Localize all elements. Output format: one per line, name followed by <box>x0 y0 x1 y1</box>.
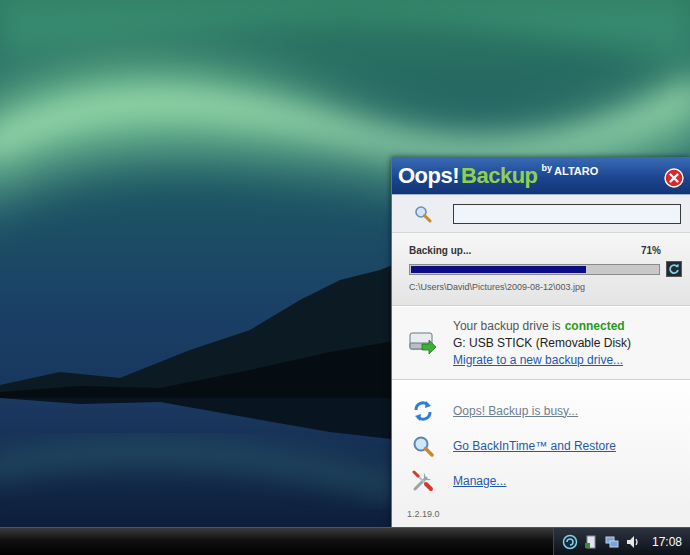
logo-backup: Backup <box>461 163 537 189</box>
drive-icon <box>408 330 438 356</box>
drive-section: Your backup drive is connected G: USB STI… <box>392 306 690 380</box>
action-row[interactable]: Go BackInTime™ and Restore <box>392 428 690 463</box>
backup-window: Oops! Backup by ALTARO <box>391 157 690 527</box>
migrate-link[interactable]: Migrate to a new backup drive... <box>453 352 631 369</box>
progress-row <box>409 261 682 277</box>
magnifier-icon <box>412 435 434 457</box>
backup-tray-icon[interactable] <box>562 534 578 550</box>
action-row[interactable]: Manage... <box>392 463 690 498</box>
version: 1.2.19.0 <box>407 508 440 522</box>
drive-name: G: USB STICK (Removable Disk) <box>453 335 631 352</box>
tools-icon <box>412 470 434 492</box>
actions-section: Oops! Backup is busy... Go BackInTime™ an… <box>392 380 690 503</box>
progress-track <box>409 264 660 275</box>
magnifier-icon <box>414 205 432 223</box>
drive-status-prefix: Your backup drive is <box>453 319 561 333</box>
logo-vendor: ALTARO <box>554 163 598 179</box>
action-icon-box <box>392 435 453 457</box>
progress-file: C:\Users\David\Pictures\2009-08-12\003.j… <box>409 281 682 293</box>
version-row: 1.2.19.0 <box>392 503 690 527</box>
progress-header: Backing up... 71% <box>409 245 661 257</box>
action-row: Oops! Backup is busy... <box>392 393 690 428</box>
action-link: Oops! Backup is busy... <box>453 403 578 419</box>
logo: Oops! Backup by ALTARO <box>398 163 598 189</box>
drive-status-value: connected <box>565 319 625 333</box>
logo-by: by <box>542 163 553 173</box>
drive-info: Your backup drive is connected G: USB STI… <box>453 318 631 369</box>
refresh-icon[interactable] <box>666 261 682 277</box>
search-row <box>392 195 690 232</box>
search-input[interactable] <box>453 204 681 224</box>
logo-oops: Oops! <box>398 163 459 189</box>
taskbar: 17:08 <box>0 527 690 555</box>
drive-status: Your backup drive is connected <box>453 318 631 335</box>
action-link[interactable]: Go BackInTime™ and Restore <box>453 438 616 454</box>
search-icon-box <box>392 205 453 223</box>
sync-icon <box>412 400 434 422</box>
action-icon-box <box>392 400 453 422</box>
title-bar: Oops! Backup by ALTARO <box>392 157 690 195</box>
network-tray-icon[interactable] <box>604 534 620 550</box>
progress-section: Backing up... 71% C:\Users\David\Picture… <box>392 232 690 306</box>
device-tray-icon[interactable] <box>583 534 599 550</box>
progress-percent: 71% <box>641 245 661 257</box>
close-icon[interactable] <box>664 168 684 188</box>
system-tray: 17:08 <box>553 528 690 555</box>
progress-fill <box>411 266 586 273</box>
action-icon-box <box>392 470 453 492</box>
volume-tray-icon[interactable] <box>625 534 641 550</box>
clock[interactable]: 17:08 <box>652 533 682 551</box>
drive-icon-box <box>392 330 453 356</box>
action-link[interactable]: Manage... <box>453 473 506 489</box>
desktop: Oops! Backup by ALTARO <box>0 0 690 527</box>
progress-label: Backing up... <box>409 245 471 257</box>
